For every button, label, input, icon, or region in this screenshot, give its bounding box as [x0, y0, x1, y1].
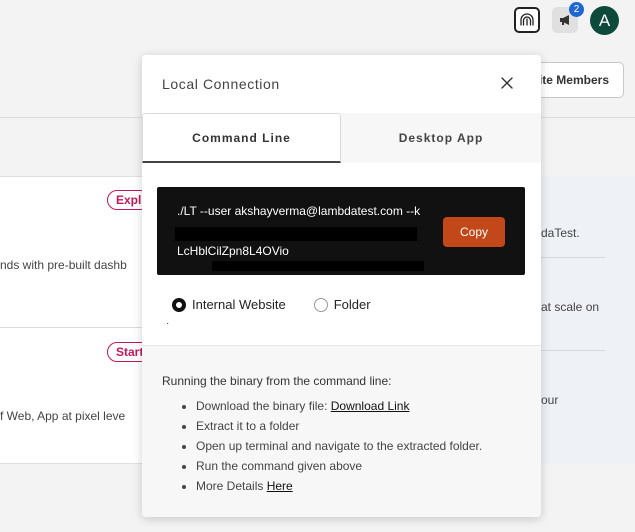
instructions-section: Running the binary from the command line… — [142, 345, 541, 517]
step-text: More Details — [196, 479, 267, 493]
modal-title: Local Connection — [162, 76, 280, 92]
redacted-text — [212, 261, 424, 271]
info-card-text: daTest. — [541, 226, 580, 240]
local-connection-modal: Local Connection Command Line Desktop Ap… — [142, 55, 541, 517]
info-card-text: our — [541, 393, 559, 407]
radio-checked-icon[interactable] — [172, 297, 186, 312]
more-details-link[interactable]: Here — [267, 479, 293, 493]
copy-button[interactable]: Copy — [443, 217, 505, 247]
info-card-text: at scale on — [541, 300, 600, 314]
dot-mark: · — [166, 318, 170, 329]
connection-tabs: Command Line Desktop App — [142, 113, 541, 163]
list-item: More Details Here — [196, 479, 482, 499]
step-text: Extract it to a folder — [196, 419, 300, 433]
tab-desktop-app[interactable]: Desktop App — [341, 113, 541, 163]
command-text: ./LT --user akshayverma@lambdatest.com -… — [177, 204, 421, 218]
radio-label: Folder — [333, 297, 371, 312]
fingerprint-tunnel-icon — [520, 13, 534, 26]
megaphone-icon — [560, 15, 569, 25]
close-button[interactable] — [498, 74, 516, 92]
list-item: Download the binary file: Download Link — [196, 399, 482, 419]
redacted-key — [175, 227, 417, 241]
list-item: Open up terminal and navigate to the ext… — [196, 439, 482, 459]
list-item: Extract it to a folder — [196, 419, 482, 439]
instructions-title: Running the binary from the command line… — [162, 374, 392, 388]
step-text: Open up terminal and navigate to the ext… — [196, 439, 483, 453]
command-text-tail: LcHblCilZpn8L4OVio — [177, 244, 289, 258]
notification-badge: 2 — [569, 2, 584, 17]
top-bar: 2 A — [0, 0, 635, 40]
card-description: nds with pre-built dashb — [0, 258, 127, 272]
local-connection-button[interactable] — [514, 7, 540, 33]
radio-unchecked-icon[interactable] — [313, 297, 328, 312]
instructions-list: Download the binary file: Download Link … — [178, 399, 482, 499]
step-text: Run the command given above — [196, 459, 363, 473]
list-item: Run the command given above — [196, 459, 482, 479]
radio-internal-website[interactable]: Internal Website — [172, 297, 286, 312]
step-text: Download the binary file: — [196, 399, 331, 413]
connection-type-radios: Internal Website Folder — [172, 297, 399, 312]
radio-folder[interactable]: Folder — [313, 297, 371, 312]
card-description: f Web, App at pixel leve — [0, 409, 126, 423]
radio-label: Internal Website — [192, 297, 286, 312]
close-icon — [501, 77, 513, 89]
command-box: ./LT --user akshayverma@lambdatest.com -… — [157, 187, 525, 275]
divider — [0, 327, 150, 328]
download-link[interactable]: Download Link — [331, 399, 410, 413]
user-avatar[interactable]: A — [590, 6, 619, 35]
tab-command-line[interactable]: Command Line — [142, 113, 341, 163]
announcements-button[interactable]: 2 — [552, 2, 584, 33]
